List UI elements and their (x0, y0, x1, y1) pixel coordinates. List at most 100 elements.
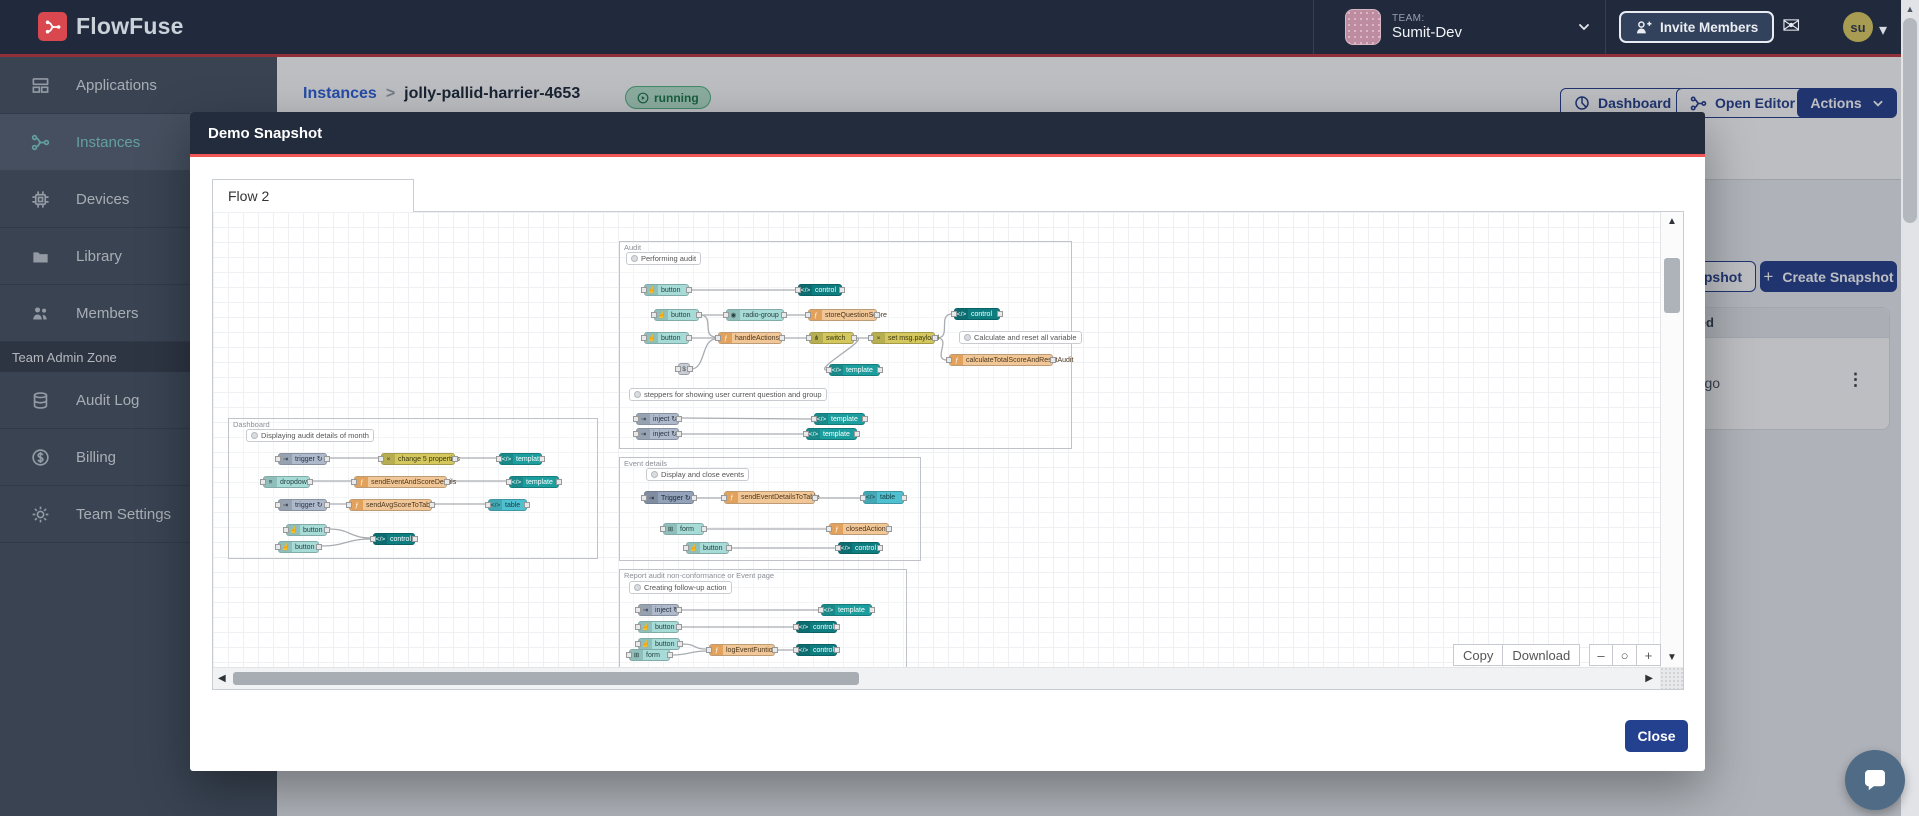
flow-node-label: trigger ↻ (295, 456, 323, 463)
flow-node-label: inject ↻ (653, 431, 678, 438)
tab-flow-2[interactable]: Flow 2 (212, 179, 414, 212)
flow-node-label: button (661, 286, 681, 294)
inject-node-icon: ⇥ (639, 605, 652, 615)
fn-node-icon: ƒ (710, 645, 723, 655)
flow-node-label: radio-group (743, 311, 779, 319)
flow-node-label: template (823, 430, 850, 438)
demo-snapshot-modal: Demo Snapshot Flow 2 Audit Dashboard Event… (190, 112, 1705, 771)
team-texts: TEAM: Sumit-Dev (1392, 13, 1462, 42)
form-node-icon: ⊞ (630, 650, 643, 660)
horizontal-scroll-thumb[interactable] (233, 672, 859, 685)
copy-download-group: Copy Download (1453, 644, 1581, 666)
hand-node-icon: ☝ (287, 525, 300, 535)
modal-title: Demo Snapshot (190, 112, 1705, 154)
flow-node-logeventfuntion: ƒ logEventFuntion (709, 644, 777, 656)
modal-accent-line (190, 154, 1705, 157)
flow-node-label: template (831, 415, 858, 423)
flow-node-label: template (516, 455, 543, 463)
flow-comment-node: Displaying audit details of month (246, 429, 374, 442)
flow-node-sendavgscoretotable: ƒ sendAvgScoreToTable (349, 499, 436, 511)
vertical-scroll-thumb[interactable] (1664, 258, 1680, 313)
canvas-vertical-scrollbar[interactable]: ▲ ▼ (1660, 212, 1683, 667)
team-avatar (1345, 9, 1381, 45)
flow-node-label: logEventFuntion (726, 646, 777, 654)
comment-dot-icon (251, 432, 258, 439)
fn-node-icon: ƒ (725, 492, 738, 503)
flow-node-template: </> template (509, 476, 559, 488)
flow-node-closedaction: ƒ closedAction (829, 523, 889, 535)
flow-node-label: control (855, 544, 877, 552)
zoom-out-button[interactable]: – (1589, 644, 1613, 666)
flow-node-template: </> template (499, 453, 543, 465)
flow-node-label: form (646, 651, 660, 659)
flow-node-control: </> control (373, 533, 415, 545)
fn-node-icon: ƒ (355, 477, 368, 487)
flow-node-label: inject ↻ (653, 416, 678, 423)
code-node-icon: </> (839, 543, 852, 553)
code-node-icon: </> (955, 309, 968, 319)
chevron-down-icon (1577, 22, 1591, 32)
navbar-divider (1313, 0, 1314, 54)
page-scrollbar[interactable]: ▲ (1901, 0, 1919, 816)
user-avatar[interactable]: su (1843, 12, 1873, 42)
flow-node-label: switch (826, 334, 846, 342)
flow-node-calculatetotalscoreandresetaudit: ƒ calculateTotalScoreAndResetAudit (949, 354, 1073, 366)
flow-node-set-msg-payload: × set msg.payload (871, 332, 939, 344)
flow-node-trigger-: ⇥ trigger ↻ (278, 499, 327, 511)
flow-group-label: Report audit non-conformance or Event pa… (624, 571, 775, 580)
zoom-in-button[interactable]: + (1637, 644, 1661, 666)
flow-node-label: button (655, 623, 675, 631)
flow-node-control: </> control (954, 308, 1000, 320)
person-plus-icon (1635, 19, 1652, 36)
zoom-reset-button[interactable]: ○ (1613, 644, 1637, 666)
flow-node-template: </> template (814, 413, 865, 425)
flow-node-sendeventandscoredetails: ƒ sendEventAndScoreDetails (354, 476, 456, 488)
flow-node-sendeventdetailstotable: ƒ sendEventDetailsToTable (724, 491, 820, 504)
flow-group-label: Event details (624, 459, 667, 468)
invite-members-button[interactable]: Invite Members (1619, 11, 1775, 43)
x-node-icon: × (872, 333, 885, 343)
flow-node-form: ⊞ form (663, 523, 704, 535)
top-navbar: FlowFuse TEAM: Sumit-Dev Invite Members (0, 0, 1919, 54)
mail-icon[interactable]: ✉ (1782, 13, 1800, 39)
scroll-right-icon[interactable]: ▶ (1645, 674, 1653, 684)
user-chevron-down-icon[interactable]: ▾ (1879, 20, 1887, 40)
flow-node-button: ☝ button (644, 332, 689, 344)
flow-canvas[interactable]: Audit Dashboard Event details Report audit … (213, 212, 1660, 667)
canvas-horizontal-scrollbar[interactable]: ◀ ▶ (213, 667, 1660, 689)
chat-widget-button[interactable] (1845, 750, 1905, 810)
copy-button[interactable]: Copy (1453, 644, 1504, 666)
flow-node-table: </> table (488, 499, 527, 511)
flow-node-table: </> table (863, 491, 904, 504)
code-node-icon: </> (822, 605, 835, 615)
scroll-up-icon[interactable]: ▲ (1667, 217, 1677, 227)
page-scroll-up-icon[interactable]: ▲ (1901, 0, 1919, 17)
flow-node-storequestionscore: ƒ storeQuestionScore (808, 309, 887, 321)
flow-node-label: closedAction (846, 525, 886, 533)
flow-node-label: storeQuestionScore (825, 311, 887, 319)
download-button[interactable]: Download (1503, 644, 1581, 666)
page-scroll-thumb[interactable] (1903, 18, 1917, 223)
brand[interactable]: FlowFuse (38, 12, 184, 41)
flow-node-label: button (661, 334, 681, 342)
close-button[interactable]: Close (1625, 720, 1688, 752)
flow-node-template: </> template (821, 604, 872, 616)
code-node-icon: </> (830, 365, 843, 375)
code-node-icon: </> (374, 534, 387, 544)
brand-name: FlowFuse (76, 13, 184, 39)
flow-node-control: </> control (838, 542, 880, 554)
flow-node-radio-group: ◉ radio-group (726, 309, 784, 321)
team-selector[interactable]: TEAM: Sumit-Dev (1345, 9, 1591, 45)
code-node-icon: </> (489, 500, 502, 510)
flow-node-trigger-: ⇥ Trigger ↻ (644, 491, 694, 504)
flow-node-trigger-: ⇥ trigger ↻ (278, 453, 327, 465)
flow-node-control: </> control (798, 284, 842, 296)
flow-node-button: ☝ button (686, 542, 729, 554)
app-root: FlowFuse TEAM: Sumit-Dev Invite Members (0, 0, 1919, 816)
chat-bubble-icon (1865, 770, 1885, 791)
flow-node-label: button (671, 311, 691, 319)
scroll-left-icon[interactable]: ◀ (218, 674, 226, 684)
scroll-down-icon[interactable]: ▼ (1667, 653, 1677, 663)
flow-node-link: $ (678, 363, 690, 375)
inject-node-icon: ⇥ (637, 414, 650, 424)
